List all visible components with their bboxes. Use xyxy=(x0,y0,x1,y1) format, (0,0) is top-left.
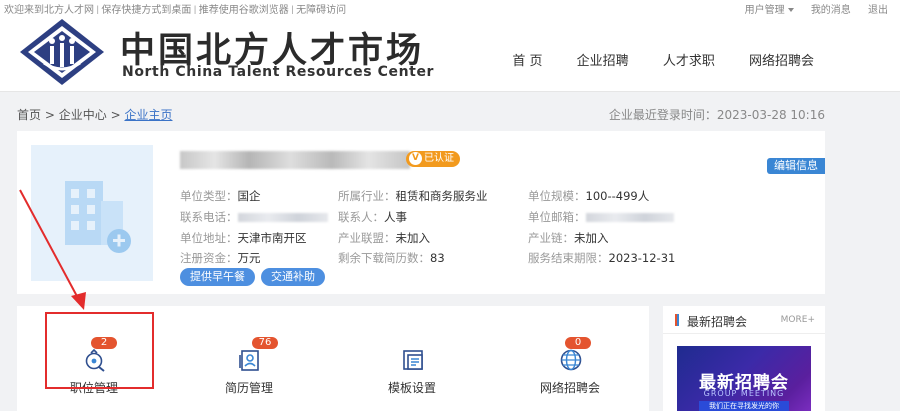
info-label: 剩余下载简历数： xyxy=(338,251,430,265)
banner-cta: 我们正在寻找发光的你 xyxy=(699,401,789,411)
phone-redacted xyxy=(237,213,328,222)
verified-text: 已认证 xyxy=(424,153,454,164)
info-downloads: 剩余下载简历数：83 xyxy=(338,250,445,266)
info-label: 单位地址： xyxy=(180,231,238,245)
globe-icon xyxy=(560,349,582,371)
template-icon xyxy=(403,350,423,370)
info-label: 联系人： xyxy=(338,210,384,224)
info-label: 产业联盟： xyxy=(338,231,396,245)
breadcrumb-center[interactable]: 企业中心 xyxy=(59,108,107,122)
info-value: 天津市南开区 xyxy=(237,231,307,245)
info-value: 租赁和商务服务业 xyxy=(395,189,488,203)
info-label: 所属行业： xyxy=(338,189,396,203)
last-login-value: 2023-03-28 10:16 xyxy=(716,108,825,122)
info-value: 未加入 xyxy=(574,231,609,245)
banner-subtitle: GROUP MEETING xyxy=(703,389,785,398)
company-avatar[interactable] xyxy=(31,145,153,281)
chevron-down-icon xyxy=(787,8,794,12)
info-value: 人事 xyxy=(384,210,407,224)
info-value: 2023-12-31 xyxy=(608,251,676,265)
info-industry: 所属行业：租赁和商务服务业 xyxy=(338,188,488,204)
info-label: 服务结束期限： xyxy=(528,251,609,265)
info-value: 100--499人 xyxy=(585,189,650,203)
welfare-tags: 提供早午餐 交通补助 xyxy=(180,265,331,286)
annotation-highlight-box xyxy=(45,312,154,389)
info-capital: 注册资金：万元 xyxy=(180,250,261,266)
verified-badge: V 已认证 xyxy=(406,151,460,167)
func-resume-management[interactable]: 76 简历管理 xyxy=(194,320,304,400)
info-address: 单位地址：天津市南开区 xyxy=(180,230,307,246)
info-label: 联系电话： xyxy=(180,210,238,224)
tag-meal: 提供早午餐 xyxy=(180,268,255,286)
top-utility-bar: 欢迎来到北方人才网 | 保存快捷方式到桌面 | 推荐使用谷歌浏览器 | 无障碍访问 用户管理… xyxy=(0,0,900,16)
site-logo-icon[interactable] xyxy=(16,17,108,87)
info-value: 国企 xyxy=(237,189,261,203)
info-service-end: 服务结束期限：2023-12-31 xyxy=(528,250,675,266)
info-alliance: 产业联盟：未加入 xyxy=(338,230,430,246)
aside-header: 最新招聘会 MORE+ xyxy=(663,306,825,334)
tag-transport: 交通补助 xyxy=(261,268,325,286)
breadcrumb-current[interactable]: 企业主页 xyxy=(124,108,172,122)
job-fair-banner[interactable]: 最新招聘会 GROUP MEETING 我们正在寻找发光的你 xyxy=(677,346,811,411)
func-label: 简历管理 xyxy=(224,381,273,395)
nav-enterprise-recruit[interactable]: 企业招聘 xyxy=(577,54,629,69)
company-card: V 已认证 编辑信息 单位类型：国企 所属行业：租赁和商务服务业 单位规模：100… xyxy=(17,131,825,294)
func-online-job-fair[interactable]: 0 网络招聘会 xyxy=(515,320,625,400)
verified-v-icon: V xyxy=(409,152,422,165)
site-subtitle: North China Talent Resources Center xyxy=(122,64,435,80)
func-template-settings[interactable]: 模板设置 xyxy=(357,320,467,400)
func-label: 模板设置 xyxy=(387,381,436,395)
info-label: 单位规模： xyxy=(528,189,586,203)
info-label: 单位类型： xyxy=(180,189,238,203)
company-name-redacted xyxy=(180,151,410,169)
info-label: 注册资金： xyxy=(180,251,238,265)
more-link[interactable]: MORE+ xyxy=(781,315,815,325)
func-label: 网络招聘会 xyxy=(539,381,600,395)
last-login-label: 企业最近登录时间： xyxy=(608,108,717,122)
edit-info-button[interactable]: 编辑信息 xyxy=(767,158,825,174)
info-email: 单位邮箱： xyxy=(528,209,674,225)
title-bar-marker xyxy=(675,314,679,326)
main-nav: 首 页 企业招聘 人才求职 网络招聘会 xyxy=(482,50,814,69)
info-value: 万元 xyxy=(237,251,261,265)
site-header: 中国北方人才市场 North China Talent Resources Ce… xyxy=(0,14,900,92)
nav-home[interactable]: 首 页 xyxy=(512,54,542,69)
last-login: 企业最近登录时间：2023-03-28 10:16 xyxy=(609,106,825,123)
breadcrumb-sep: > xyxy=(44,108,55,122)
latest-job-fairs-panel: 最新招聘会 MORE+ 最新招聘会 GROUP MEETING 我们正在寻找发光… xyxy=(663,306,825,411)
info-chain: 产业链：未加入 xyxy=(528,230,609,246)
nav-job-seeking[interactable]: 人才求职 xyxy=(663,54,715,69)
resume-icon xyxy=(239,350,259,371)
nav-online-job-fair[interactable]: 网络招聘会 xyxy=(749,54,814,69)
info-phone: 联系电话： xyxy=(180,209,328,225)
breadcrumb: 首页 > 企业中心 > 企业主页 xyxy=(17,106,172,123)
info-value: 83 xyxy=(430,251,445,265)
breadcrumb-sep: > xyxy=(110,108,121,122)
breadcrumb-home[interactable]: 首页 xyxy=(17,108,41,122)
info-type: 单位类型：国企 xyxy=(180,188,261,204)
info-scale: 单位规模：100--499人 xyxy=(528,188,649,204)
info-value: 未加入 xyxy=(395,231,431,245)
info-contact: 联系人：人事 xyxy=(338,209,407,225)
info-label: 产业链： xyxy=(528,231,574,245)
email-redacted xyxy=(585,213,674,222)
info-label: 单位邮箱： xyxy=(528,210,586,224)
aside-title: 最新招聘会 xyxy=(687,315,748,329)
building-icon xyxy=(65,181,131,253)
